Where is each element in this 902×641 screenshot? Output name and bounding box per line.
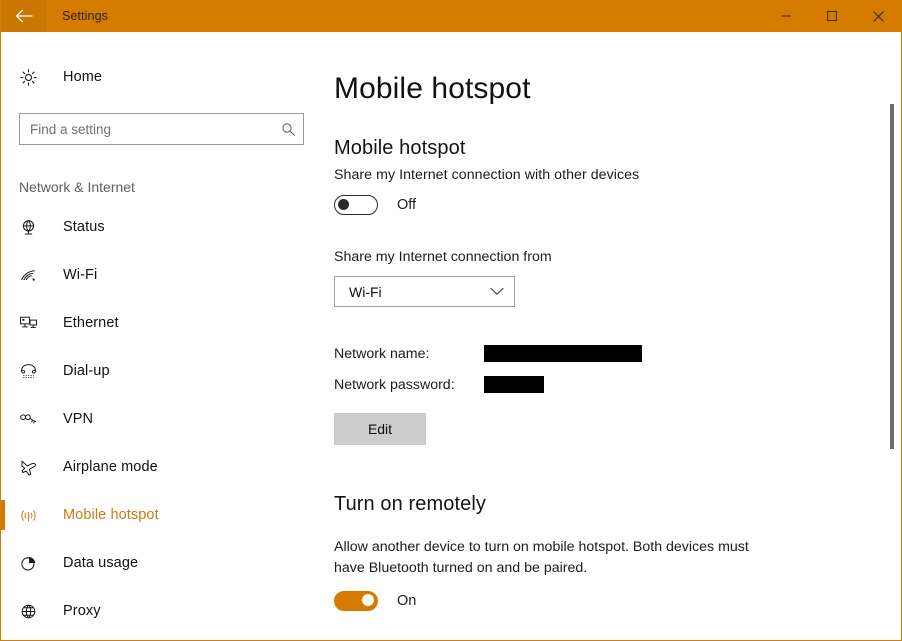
sidebar-item-label: Status <box>63 219 105 235</box>
window-title: Settings <box>62 9 108 23</box>
network-name-redaction <box>484 345 642 362</box>
sidebar-item-label: Data usage <box>63 555 139 571</box>
toggle-knob-icon <box>362 594 374 607</box>
turn-on-remotely-heading: Turn on remotely <box>334 493 487 515</box>
sidebar-item-proxy[interactable]: Proxy <box>1 587 325 635</box>
sidebar-item-label: Ethernet <box>63 315 119 331</box>
back-arrow-icon <box>15 9 33 23</box>
window-controls <box>763 0 901 32</box>
airplane-icon <box>19 458 49 477</box>
sidebar-item-label: Mobile hotspot <box>63 507 159 523</box>
network-password-row: Network password: <box>334 372 901 397</box>
wifi-icon <box>19 266 49 285</box>
scrollbar-thumb[interactable] <box>890 104 894 449</box>
sidebar-category-label: Network & Internet <box>19 179 135 195</box>
network-name-row: Network name: <box>334 341 901 366</box>
turn-on-remotely-description: Allow another device to turn on mobile h… <box>334 539 749 576</box>
sidebar-home-label: Home <box>63 69 103 85</box>
search-icon <box>273 122 303 137</box>
search-input[interactable] <box>20 114 273 144</box>
gear-icon <box>19 68 49 87</box>
sidebar-item-ethernet[interactable]: Ethernet <box>1 299 325 347</box>
sidebar-item-vpn[interactable]: VPN <box>1 395 325 443</box>
mobile-hotspot-section-heading: Mobile hotspot <box>334 137 466 159</box>
share-from-label: Share my Internet connection from <box>334 249 552 265</box>
toggle-knob-icon <box>338 199 349 210</box>
sidebar-item-mobile-hotspot[interactable]: Mobile hotspot <box>1 491 325 539</box>
sidebar-item-wifi[interactable]: Wi-Fi <box>1 251 325 299</box>
turn-on-remotely-toggle-state: On <box>397 592 417 609</box>
settings-window: Settings Home Find a setting Network & I… <box>0 0 902 641</box>
sidebar-item-label: Proxy <box>63 603 101 619</box>
sidebar-item-status[interactable]: Status <box>1 203 325 251</box>
globe-icon <box>19 602 49 621</box>
sidebar-item-airplane-mode[interactable]: Airplane mode <box>1 443 325 491</box>
edit-button[interactable]: Edit <box>334 413 426 445</box>
sidebar-item-label: Airplane mode <box>63 459 158 475</box>
close-icon <box>872 10 885 23</box>
minimize-icon <box>780 10 792 22</box>
hotspot-signal-icon <box>19 506 49 525</box>
mobile-hotspot-subtitle: Share my Internet connection with other … <box>334 167 640 183</box>
content-pane: Mobile hotspot Mobile hotspot Share my I… <box>325 32 901 640</box>
search-box[interactable] <box>19 113 304 145</box>
dialup-phone-icon <box>19 362 49 381</box>
sidebar-item-label: Wi-Fi <box>63 267 98 283</box>
ethernet-icon <box>19 314 49 333</box>
network-info-block: Network name: Network password: Edit <box>334 341 901 445</box>
share-from-dropdown[interactable]: Wi-Fi <box>334 276 515 307</box>
content-scrollbar[interactable] <box>888 32 897 640</box>
share-from-selected-value: Wi-Fi <box>349 283 382 300</box>
maximize-icon <box>826 10 838 22</box>
globe-monitor-icon <box>19 218 49 237</box>
mobile-hotspot-toggle-state: Off <box>397 197 417 213</box>
sidebar-item-home[interactable]: Home <box>1 54 325 100</box>
turn-on-remotely-toggle-row: On <box>334 590 901 611</box>
network-password-redaction <box>484 376 544 393</box>
close-button[interactable] <box>855 0 901 32</box>
title-bar: Settings <box>1 0 901 32</box>
window-body: Home Network & Internet <box>1 32 901 640</box>
maximize-button[interactable] <box>809 0 855 32</box>
network-password-label: Network password: <box>334 376 455 393</box>
vpn-key-icon <box>19 410 49 429</box>
sidebar: Home Network & Internet <box>1 32 325 640</box>
sidebar-item-label: Dial-up <box>63 363 110 379</box>
page-title: Mobile hotspot <box>334 72 531 105</box>
sidebar-item-dialup[interactable]: Dial-up <box>1 347 325 395</box>
turn-on-remotely-toggle[interactable] <box>334 590 378 611</box>
sidebar-item-label: VPN <box>63 411 94 427</box>
mobile-hotspot-toggle-row: Off <box>334 195 901 215</box>
back-button[interactable] <box>1 0 47 32</box>
minimize-button[interactable] <box>763 0 809 32</box>
pie-chart-icon <box>19 554 49 573</box>
sidebar-item-data-usage[interactable]: Data usage <box>1 539 325 587</box>
mobile-hotspot-toggle[interactable] <box>334 195 378 215</box>
network-name-label: Network name: <box>334 345 430 362</box>
chevron-down-icon <box>480 287 514 296</box>
